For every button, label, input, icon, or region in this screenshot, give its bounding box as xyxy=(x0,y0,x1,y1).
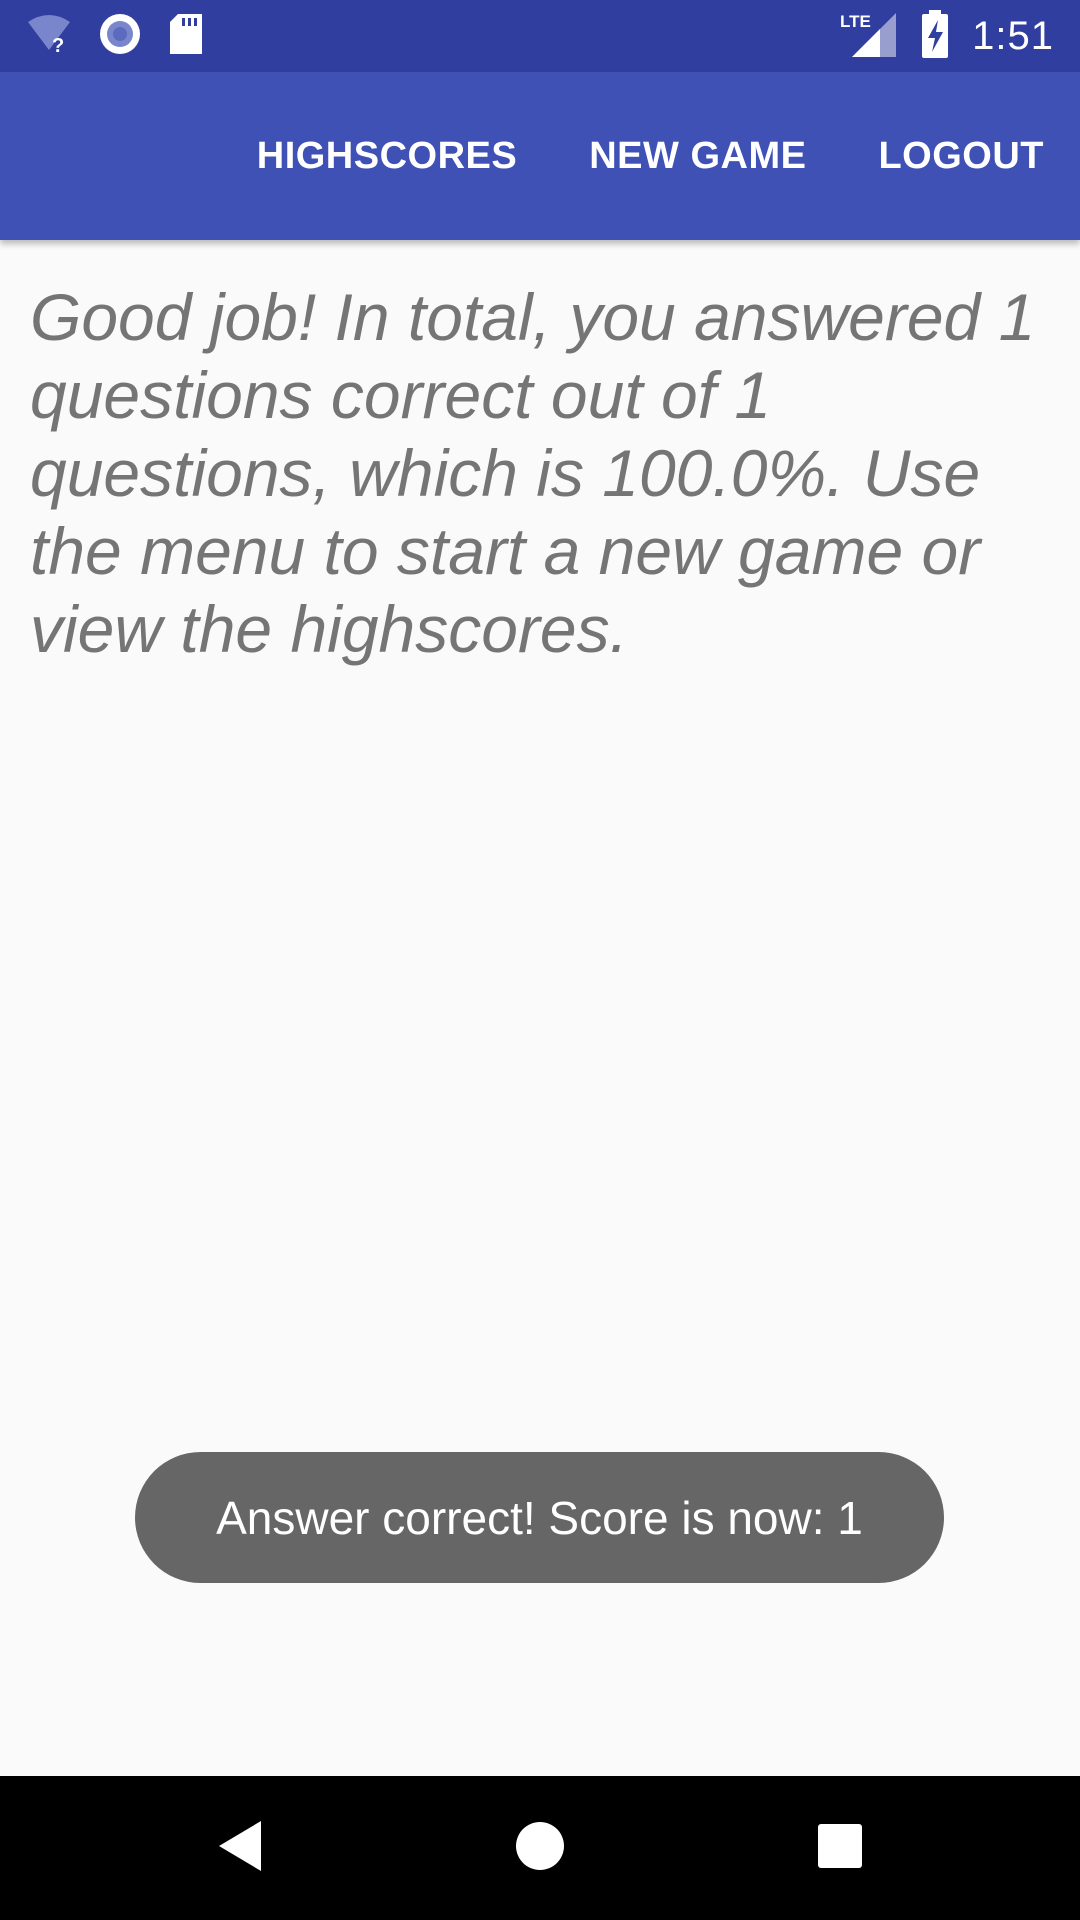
menu-highscores[interactable]: HIGHSCORES xyxy=(221,72,553,240)
clock: 1:51 xyxy=(972,13,1054,58)
menu-logout[interactable]: LOGOUT xyxy=(842,72,1080,240)
battery-charging-icon xyxy=(920,9,950,63)
score-toast: Answer correct! Score is now: 1 xyxy=(135,1452,944,1583)
status-bar: ? LTE 1:51 xyxy=(0,0,1080,72)
sd-card-icon xyxy=(168,12,204,61)
toolbar-menu: HIGHSCORES NEW GAME LOGOUT xyxy=(221,72,1080,240)
sync-circle-icon xyxy=(98,12,142,61)
app-bar: HIGHSCORES NEW GAME LOGOUT xyxy=(0,72,1080,240)
wifi-unknown-icon: ? xyxy=(26,14,72,59)
home-icon xyxy=(515,1821,565,1876)
recents-icon xyxy=(817,1823,863,1874)
home-button[interactable] xyxy=(470,1776,610,1920)
status-left-icons: ? xyxy=(26,12,204,60)
back-button[interactable] xyxy=(170,1776,310,1920)
network-type-label: LTE xyxy=(840,12,871,31)
status-right-icons: LTE 1:51 xyxy=(840,0,1054,72)
menu-new-game[interactable]: NEW GAME xyxy=(553,72,842,240)
lte-signal-icon: LTE xyxy=(840,9,898,64)
result-message: Good job! In total, you answered 1 quest… xyxy=(30,280,1036,666)
navigation-bar xyxy=(0,1776,1080,1920)
recents-button[interactable] xyxy=(770,1776,910,1920)
toast-text: Answer correct! Score is now: 1 xyxy=(216,1491,863,1544)
back-icon xyxy=(215,1819,265,1878)
svg-text:?: ? xyxy=(52,35,64,54)
